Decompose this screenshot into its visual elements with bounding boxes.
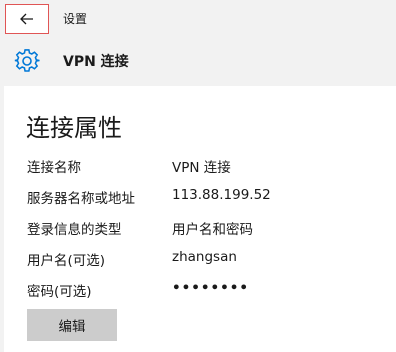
property-label: 密码(可选) bbox=[27, 284, 92, 300]
property-value: •••••••• bbox=[172, 280, 250, 296]
title-bar: 设置 bbox=[0, 0, 396, 38]
edit-button[interactable]: 编辑 bbox=[27, 309, 117, 341]
property-row-signin-type: 登录信息的类型 用户名和密码 bbox=[27, 218, 387, 238]
property-label: 登录信息的类型 bbox=[27, 222, 122, 238]
property-row-password: 密码(可选) •••••••• bbox=[27, 280, 387, 300]
property-value: 用户名和密码 bbox=[172, 222, 253, 238]
connection-properties-panel: 连接属性 连接名称 VPN 连接 服务器名称或地址 113.88.199.52 … bbox=[4, 86, 396, 352]
property-value: zhangsan bbox=[172, 249, 237, 265]
property-row-connection-name: 连接名称 VPN 连接 bbox=[27, 156, 387, 176]
gear-icon bbox=[14, 48, 40, 74]
property-value: VPN 连接 bbox=[172, 160, 231, 176]
property-label: 连接名称 bbox=[27, 160, 81, 176]
property-label: 用户名(可选) bbox=[27, 253, 106, 269]
property-row-server-address: 服务器名称或地址 113.88.199.52 bbox=[27, 187, 387, 207]
window-title: 设置 bbox=[63, 12, 88, 26]
section-title: 连接属性 bbox=[26, 114, 122, 142]
page-header: VPN 连接 bbox=[0, 38, 396, 84]
page-title: VPN 连接 bbox=[63, 54, 129, 70]
back-button[interactable] bbox=[5, 4, 49, 34]
settings-window: 设置 VPN 连接 连接属性 连接名称 VPN 连接 服务器名称或地址 113.… bbox=[0, 0, 396, 352]
property-value: 113.88.199.52 bbox=[172, 187, 271, 203]
property-label: 服务器名称或地址 bbox=[27, 191, 135, 207]
arrow-left-icon bbox=[20, 13, 34, 25]
property-row-username: 用户名(可选) zhangsan bbox=[27, 249, 387, 269]
